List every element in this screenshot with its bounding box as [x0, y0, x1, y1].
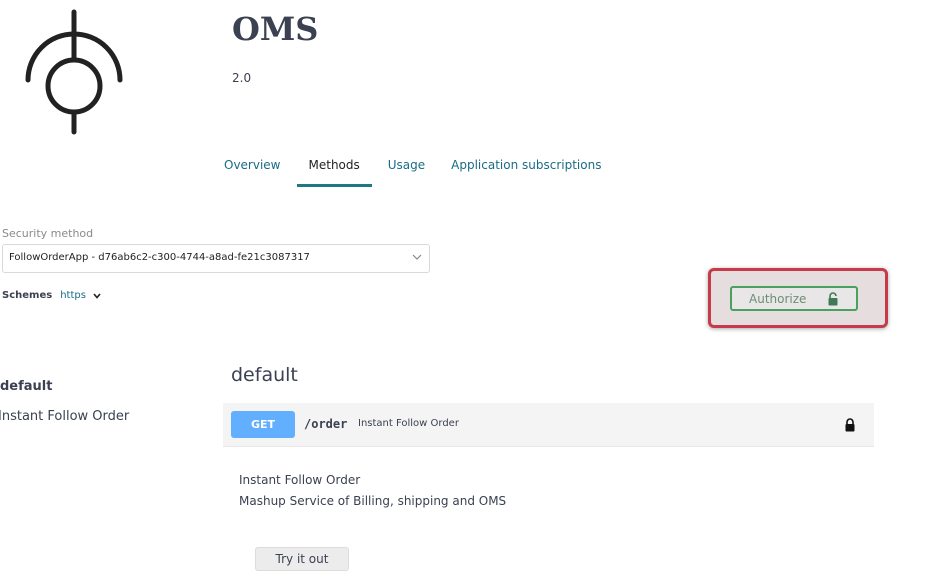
- operations-group-title[interactable]: default: [231, 364, 298, 386]
- chevron-down-icon: [412, 254, 422, 260]
- operation-summary: Instant Follow Order: [358, 418, 459, 429]
- chevron-down-icon[interactable]: [92, 291, 102, 301]
- lock-icon[interactable]: [844, 418, 856, 432]
- pin-logo-icon: [25, 9, 123, 135]
- security-method-value: FollowOrderApp - d76ab6c2-c300-4744-a8ad…: [9, 252, 310, 263]
- unlock-icon: [828, 292, 838, 306]
- schemes-select[interactable]: https: [60, 290, 86, 301]
- tab-application-subscriptions[interactable]: Application subscriptions: [441, 150, 611, 187]
- tab-overview[interactable]: Overview: [214, 150, 291, 187]
- sidebar-item-instant-follow-order[interactable]: Instant Follow Order: [0, 409, 129, 424]
- schemes-label: Schemes: [2, 290, 53, 301]
- schemes-row: Schemes https: [2, 290, 102, 301]
- operation-description: Mashup Service of Billing, shipping and …: [239, 494, 507, 508]
- operation-path: /order: [304, 417, 348, 431]
- operation-description-title: Instant Follow Order: [239, 473, 361, 487]
- try-it-out-button[interactable]: Try it out: [255, 547, 349, 571]
- security-method-select[interactable]: FollowOrderApp - d76ab6c2-c300-4744-a8ad…: [2, 244, 430, 273]
- authorize-label: Authorize: [749, 292, 807, 306]
- tab-usage[interactable]: Usage: [378, 150, 435, 187]
- tab-methods[interactable]: Methods: [296, 150, 372, 187]
- api-version: 2.0: [232, 71, 252, 85]
- method-badge: GET: [231, 411, 295, 438]
- tab-bar: Overview Methods Usage Application subsc…: [214, 150, 617, 187]
- authorize-button[interactable]: Authorize: [730, 286, 858, 311]
- authorize-highlight: Authorize: [708, 268, 888, 328]
- operation-row[interactable]: GET /order Instant Follow Order: [223, 403, 874, 447]
- security-method-label: Security method: [2, 227, 94, 240]
- api-title: OMS: [232, 10, 319, 48]
- api-logo: [20, 8, 132, 138]
- sidebar-section-default[interactable]: default: [0, 379, 52, 394]
